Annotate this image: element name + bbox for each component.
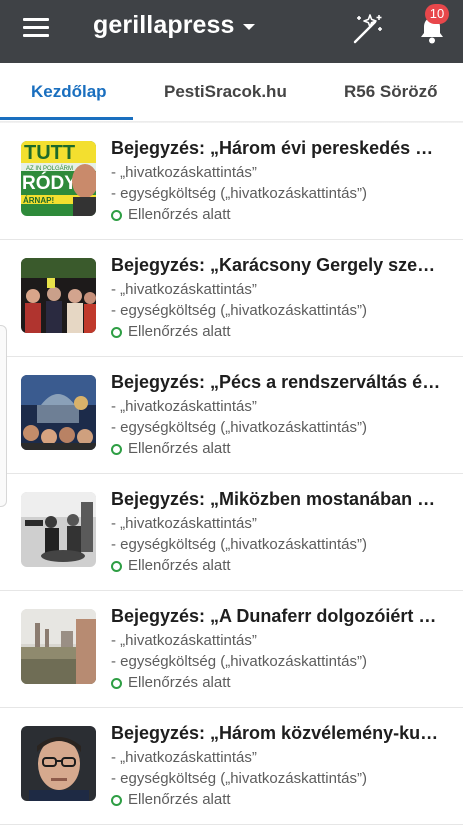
- post-title: Bejegyzés: „A Dunaferr dolgozóiért a…: [111, 606, 441, 626]
- status-text: Ellenőrzés alatt: [128, 440, 231, 457]
- list-item[interactable]: Bejegyzés: „Pécs a rendszerváltás és… - …: [0, 357, 463, 474]
- post-list: TUTT AZ IN POLGÁRM RÓDY ÁRNAP! Bejegyzés…: [0, 123, 463, 825]
- list-item[interactable]: Bejegyzés: „Három közvélemény-kut… - „hi…: [0, 708, 463, 825]
- thumbnail-text-small: AZ IN POLGÁRM: [26, 165, 73, 172]
- post-metric: - „hivatkozáskattintás”: [111, 164, 257, 181]
- post-title: Bejegyzés: „Három évi pereskedés ut…: [111, 138, 441, 158]
- status-circle-icon: [111, 443, 122, 455]
- post-thumbnail: [21, 609, 96, 684]
- status: Ellenőrzés alatt: [111, 674, 231, 691]
- page-title: gerillapress: [93, 11, 235, 39]
- tab-pestisracok[interactable]: PestiSracok.hu: [164, 63, 287, 121]
- post-cost-metric: - egységköltség („hivatkozáskattintás”): [111, 419, 367, 436]
- post-metric: - „hivatkozáskattintás”: [111, 632, 257, 649]
- active-tab-indicator: [0, 117, 133, 120]
- list-item[interactable]: Bejegyzés: „Miközben mostanában K… - „hi…: [0, 474, 463, 591]
- post-cost-metric: - egységköltség („hivatkozáskattintás”): [111, 302, 367, 319]
- status-text: Ellenőrzés alatt: [128, 674, 231, 691]
- post-metric: - „hivatkozáskattintás”: [111, 281, 257, 298]
- post-title: Bejegyzés: „Három közvélemény-kut…: [111, 723, 441, 743]
- caret-down-icon: [242, 24, 255, 30]
- notification-badge: 10: [425, 4, 449, 24]
- post-cost-metric: - egységköltség („hivatkozáskattintás”): [111, 653, 367, 670]
- status: Ellenőrzés alatt: [111, 791, 231, 808]
- status-text: Ellenőrzés alatt: [128, 206, 231, 223]
- post-cost-metric: - egységköltség („hivatkozáskattintás”): [111, 185, 367, 202]
- status-text: Ellenőrzés alatt: [128, 323, 231, 340]
- post-thumbnail: [21, 492, 96, 567]
- status-circle-icon: [111, 326, 122, 338]
- list-item[interactable]: TUTT AZ IN POLGÁRM RÓDY ÁRNAP! Bejegyzés…: [0, 123, 463, 240]
- post-title: Bejegyzés: „Pécs a rendszerváltás és…: [111, 372, 441, 392]
- post-cost-metric: - egységköltség („hivatkozáskattintás”): [111, 770, 367, 787]
- status: Ellenőrzés alatt: [111, 206, 231, 223]
- status: Ellenőrzés alatt: [111, 440, 231, 457]
- status-circle-icon: [111, 209, 122, 221]
- tab-r56-sorozo[interactable]: R56 Söröző: [344, 63, 438, 121]
- post-thumbnail: [21, 375, 96, 450]
- page-tabs: Kezdőlap PestiSracok.hu R56 Söröző: [0, 63, 463, 122]
- post-cost-metric: - egységköltség („hivatkozáskattintás”): [111, 536, 367, 553]
- post-title: Bejegyzés: „Miközben mostanában K…: [111, 489, 441, 509]
- edge-drawer-handle[interactable]: [0, 325, 7, 507]
- page-selector[interactable]: gerillapress: [93, 11, 255, 40]
- menu-icon[interactable]: [23, 18, 49, 38]
- status-circle-icon: [111, 677, 122, 689]
- list-item[interactable]: Bejegyzés: „Karácsony Gergely szere… - „…: [0, 240, 463, 357]
- post-metric: - „hivatkozáskattintás”: [111, 398, 257, 415]
- app-header: gerillapress 10: [0, 0, 463, 63]
- status-text: Ellenőrzés alatt: [128, 557, 231, 574]
- status-circle-icon: [111, 794, 122, 806]
- status-circle-icon: [111, 560, 122, 572]
- post-thumbnail: [21, 258, 96, 333]
- status: Ellenőrzés alatt: [111, 323, 231, 340]
- post-thumbnail: [21, 726, 96, 801]
- thumbnail-text-tutt: TUTT: [24, 142, 75, 164]
- tab-kezdolap[interactable]: Kezdőlap: [31, 63, 107, 121]
- thumbnail-text-arnap: ÁRNAP!: [23, 196, 54, 205]
- post-thumbnail: TUTT AZ IN POLGÁRM RÓDY ÁRNAP!: [21, 141, 96, 216]
- thumbnail-text-rody: RÓDY: [22, 172, 77, 194]
- post-metric: - „hivatkozáskattintás”: [111, 515, 257, 532]
- status: Ellenőrzés alatt: [111, 557, 231, 574]
- post-metric: - „hivatkozáskattintás”: [111, 749, 257, 766]
- status-text: Ellenőrzés alatt: [128, 791, 231, 808]
- post-title: Bejegyzés: „Karácsony Gergely szere…: [111, 255, 441, 275]
- magic-wand-icon[interactable]: [351, 12, 385, 46]
- list-item[interactable]: Bejegyzés: „A Dunaferr dolgozóiért a… - …: [0, 591, 463, 708]
